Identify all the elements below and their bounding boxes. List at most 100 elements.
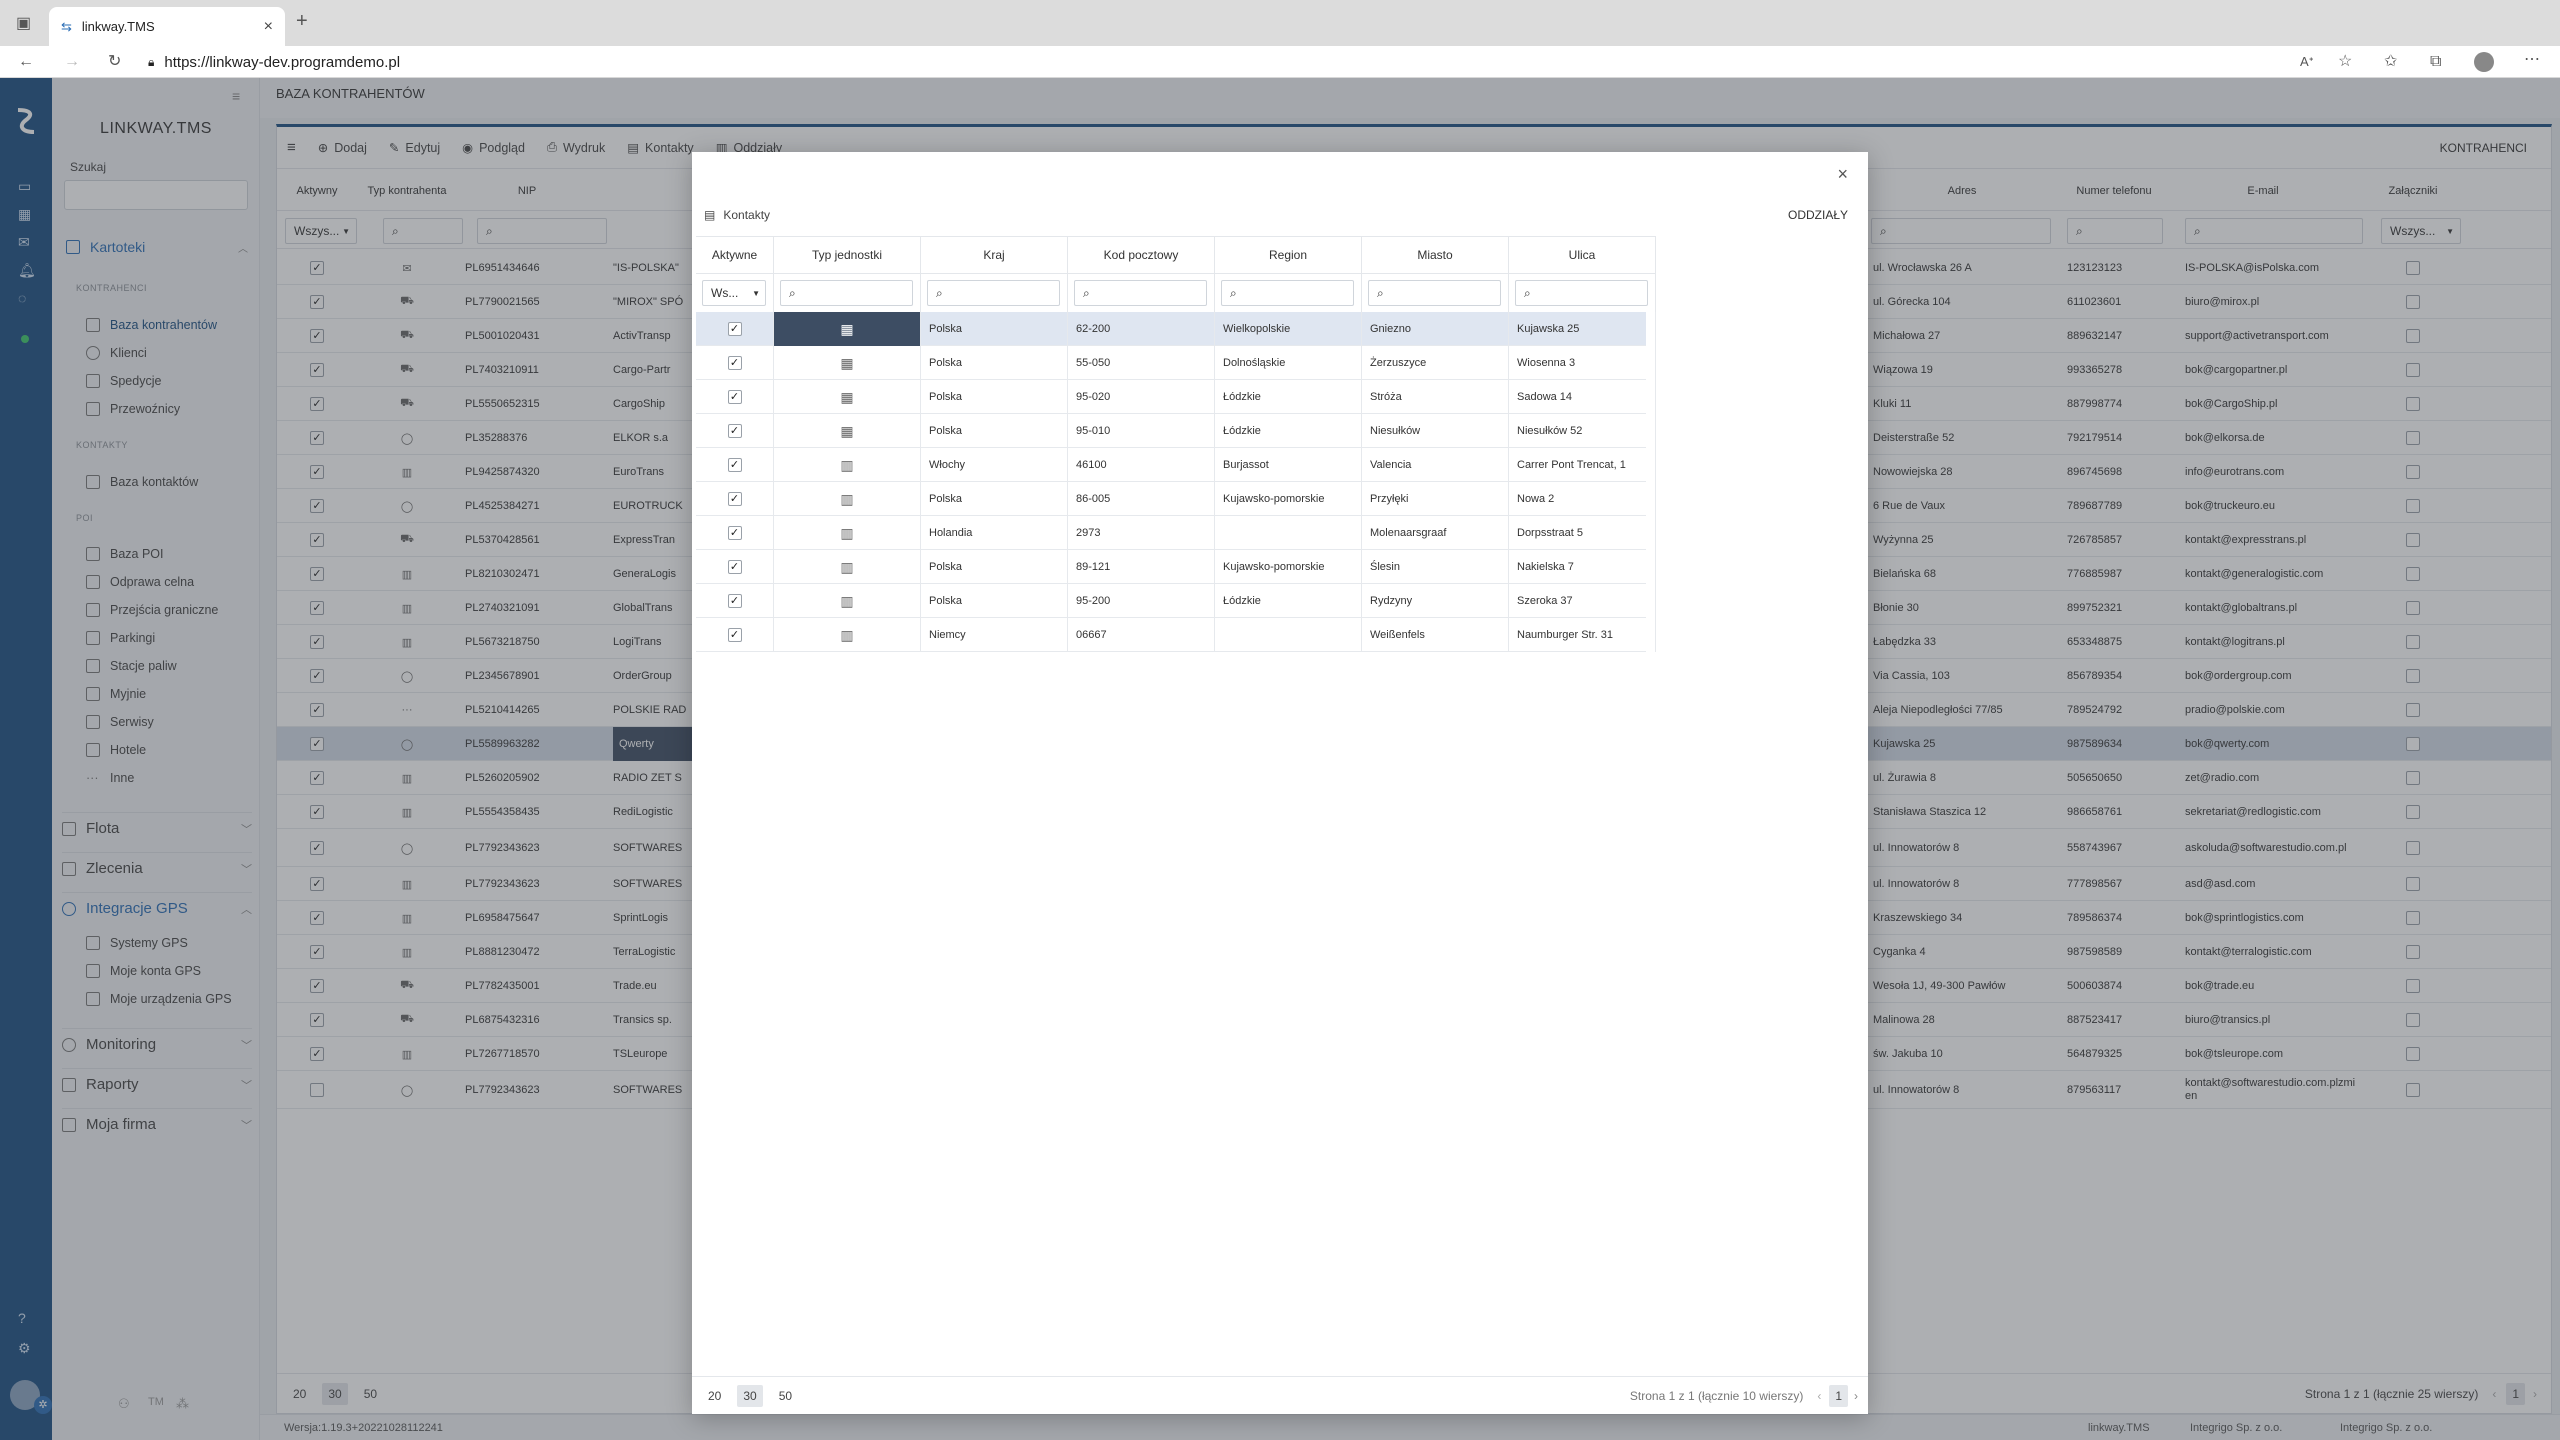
kraj-cell: Polska [921,584,1068,618]
region-cell: Burjassot [1215,448,1362,482]
list-item[interactable]: ▥ Włochy46100BurjassotValenciaCarrer Pont… [696,448,1656,482]
active-cell [696,618,774,652]
region-cell: Łódzkie [1215,414,1362,448]
active-checkbox[interactable] [727,628,742,642]
modal-filter-kraj: ⌕ [921,274,1068,312]
read-aloud-icon[interactable]: Aᐩ [2300,54,2314,70]
miasto-cell: Stróża [1362,380,1509,414]
modal-contacts-button[interactable]: ▤ Kontakty [704,208,770,222]
page-size-50[interactable]: 50 [773,1385,798,1407]
list-item[interactable]: ▥ Polska89-121Kujawsko-pomorskieŚlesinNak… [696,550,1656,584]
type-cell: ▥ [774,448,921,482]
active-cell [696,380,774,414]
list-item[interactable]: ▥ Polska95-200ŁódzkieRydzynySzeroka 37 [696,584,1656,618]
list-item[interactable]: ▥ Niemcy06667 WeißenfelsNaumburger Str. 31 [696,618,1656,652]
list-item[interactable]: ▥ Polska86-005Kujawsko-pomorskiePrzyłękiN… [696,482,1656,516]
filter-kod-input[interactable]: ⌕ [1074,280,1207,306]
filter-miasto-input[interactable]: ⌕ [1368,280,1501,306]
type-cell: ▥ [774,516,921,550]
type-cell: ▦ [774,312,921,346]
kraj-cell: Polska [921,380,1068,414]
active-checkbox[interactable] [727,322,742,336]
more-icon[interactable]: ⋯ [2524,52,2540,68]
kod-cell: 2973 [1068,516,1215,550]
filter-region-input[interactable]: ⌕ [1221,280,1354,306]
modal-contacts-label: Kontakty [723,208,771,222]
warehouse-icon: ▥ [840,524,854,541]
modal-title: ODDZIAŁY [1787,208,1848,222]
kod-cell: 95-010 [1068,414,1215,448]
active-cell [696,550,774,584]
ulica-cell: Kujawska 25 [1509,312,1656,346]
filter-aktywne-select[interactable]: Ws... ▼ [702,280,766,306]
col-kod-pocztowy[interactable]: Kod pocztowy [1068,236,1215,274]
list-item[interactable]: ▦ Polska95-010ŁódzkieNiesułkówNiesułków 5… [696,414,1656,448]
favorites-bar-icon[interactable]: ✩ [2384,54,2397,70]
modal-filter-ulica: ⌕ [1509,274,1656,312]
kod-cell: 86-005 [1068,482,1215,516]
prev-page-icon[interactable]: ‹ [1817,1389,1821,1403]
miasto-cell: Rydzyny [1362,584,1509,618]
browser-tab[interactable]: ⇆ linkway.TMS × [49,7,285,46]
filter-typ-input[interactable]: ⌕ [780,280,913,306]
miasto-cell: Ślesin [1362,550,1509,584]
tab-actions-icon[interactable]: ▣ [16,16,31,32]
close-icon[interactable]: × [1837,164,1848,185]
list-item[interactable]: ▦ Polska95-020ŁódzkieStróżaSadowa 14 [696,380,1656,414]
page-size-20[interactable]: 20 [702,1385,727,1407]
kraj-cell: Polska [921,346,1068,380]
active-checkbox[interactable] [727,356,742,370]
col-kraj[interactable]: Kraj [921,236,1068,274]
active-checkbox[interactable] [727,458,742,472]
col-region[interactable]: Region [1215,236,1362,274]
search-icon: ⌕ [1377,285,1384,300]
region-cell: Kujawsko-pomorskie [1215,482,1362,516]
active-checkbox[interactable] [727,390,742,404]
region-cell: Kujawsko-pomorskie [1215,550,1362,584]
list-item[interactable]: ▥ Holandia2973 MolenaarsgraafDorpsstraat 5 [696,516,1656,550]
active-checkbox[interactable] [727,492,742,506]
kraj-cell: Włochy [921,448,1068,482]
miasto-cell: Niesułków [1362,414,1509,448]
search-icon: ⌕ [789,285,796,300]
browser-tab-title: linkway.TMS [81,19,155,34]
col-ulica[interactable]: Ulica [1509,236,1656,274]
col-miasto[interactable]: Miasto [1362,236,1509,274]
kod-cell: 06667 [1068,618,1215,652]
forward-icon[interactable]: → [64,54,80,70]
kod-cell: 89-121 [1068,550,1215,584]
warehouse-icon: ▥ [840,490,854,507]
active-checkbox[interactable] [727,526,742,540]
list-item[interactable]: ▦ Polska55-050DolnośląskieŻerzuszyceWiose… [696,346,1656,380]
type-cell: ▥ [774,584,921,618]
col-aktywne[interactable]: Aktywne [696,236,774,274]
kraj-cell: Niemcy [921,618,1068,652]
active-checkbox[interactable] [727,594,742,608]
kraj-cell: Polska [921,550,1068,584]
collections-icon[interactable]: ⧉ [2430,54,2441,70]
profile-avatar[interactable] [2474,52,2494,72]
list-item[interactable]: ▦ Polska62-200WielkopolskieGnieznoKujawsk… [696,312,1656,346]
kod-cell: 95-200 [1068,584,1215,618]
modal-toolbar: ▤ Kontakty ODDZIAŁY [692,200,1868,230]
active-cell [696,312,774,346]
col-typ-jednostki[interactable]: Typ jednostki [774,236,921,274]
building-icon: ▦ [840,354,854,371]
url-field[interactable]: 🔒︎ https://linkway-dev.programdemo.pl [148,50,2268,74]
active-checkbox[interactable] [727,560,742,574]
reload-icon[interactable]: ↻ [108,54,121,70]
building-icon: ▦ [840,320,854,337]
active-checkbox[interactable] [727,424,742,438]
new-tab-icon[interactable]: + [296,11,308,31]
favorite-icon[interactable]: ☆ [2338,54,2352,70]
back-icon[interactable]: ← [18,54,34,70]
region-cell: Łódzkie [1215,584,1362,618]
page-number[interactable]: 1 [1829,1384,1848,1407]
close-tab-icon[interactable]: × [264,18,273,36]
filter-kraj-input[interactable]: ⌕ [927,280,1060,306]
miasto-cell: Weißenfels [1362,618,1509,652]
page-size-30[interactable]: 30 [737,1384,763,1407]
filter-ulica-input[interactable]: ⌕ [1515,280,1648,306]
miasto-cell: Żerzuszyce [1362,346,1509,380]
next-page-icon[interactable]: › [1854,1389,1858,1403]
